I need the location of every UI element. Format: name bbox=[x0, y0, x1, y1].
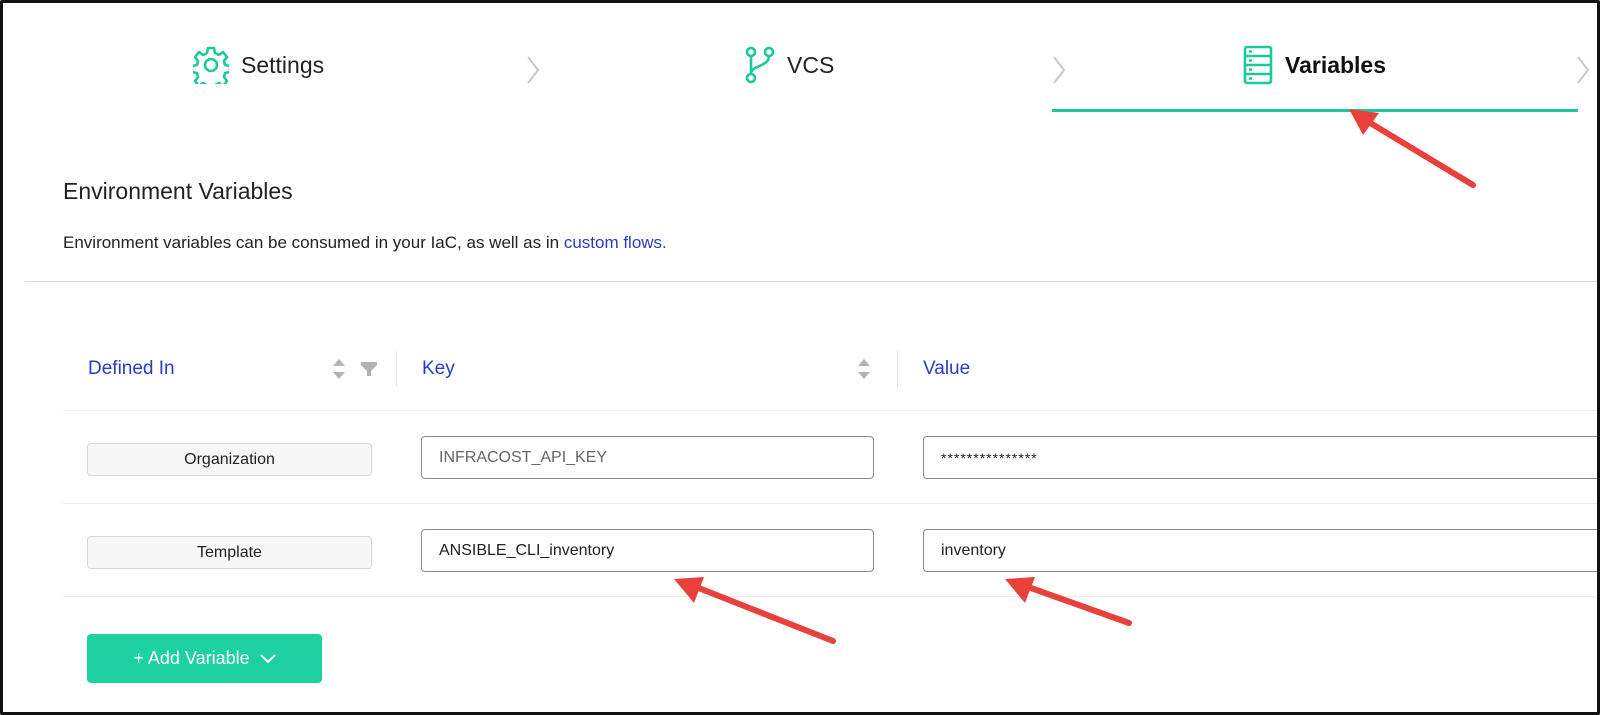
row-divider bbox=[63, 410, 1597, 411]
row-divider bbox=[63, 596, 1597, 597]
wizard-stepper: Settings VCS Variables bbox=[3, 3, 1597, 115]
annotation-arrow bbox=[1349, 109, 1476, 188]
page-title: Environment Variables bbox=[63, 178, 293, 204]
variable-value-input[interactable]: inventory bbox=[923, 529, 1597, 572]
step-variables-label: Variables bbox=[1285, 51, 1387, 78]
step-vcs[interactable]: VCS bbox=[745, 43, 834, 87]
chevron-down-icon bbox=[259, 653, 276, 663]
step-variables[interactable]: Variables bbox=[1243, 43, 1386, 87]
variable-value-input[interactable]: *************** bbox=[923, 436, 1597, 479]
row-divider bbox=[63, 503, 1597, 504]
column-divider bbox=[897, 351, 898, 387]
description-text: Environment variables can be consumed in… bbox=[63, 233, 564, 252]
column-header-value[interactable]: Value bbox=[923, 358, 970, 380]
chevron-right-icon bbox=[1053, 56, 1066, 84]
sort-icon[interactable] bbox=[332, 357, 346, 381]
sort-icon[interactable] bbox=[857, 357, 871, 381]
step-settings-label: Settings bbox=[241, 51, 325, 78]
section-divider bbox=[25, 281, 1597, 282]
server-icon bbox=[1243, 45, 1273, 85]
active-step-indicator bbox=[1052, 109, 1578, 112]
gear-icon bbox=[193, 46, 229, 84]
filter-icon[interactable] bbox=[360, 361, 378, 377]
step-settings[interactable]: Settings bbox=[193, 43, 324, 87]
column-header-defined-in[interactable]: Defined In bbox=[88, 358, 175, 380]
app-frame: Settings VCS Variables Environment Varia… bbox=[0, 0, 1600, 715]
column-header-key[interactable]: Key bbox=[422, 358, 455, 380]
column-divider bbox=[396, 351, 397, 387]
variable-key-input[interactable]: ANSIBLE_CLI_inventory bbox=[421, 529, 874, 572]
add-variable-button[interactable]: + Add Variable bbox=[87, 634, 322, 683]
section-description: Environment variables can be consumed in… bbox=[63, 233, 667, 253]
add-variable-label: + Add Variable bbox=[133, 648, 250, 668]
branch-icon bbox=[745, 46, 775, 84]
annotation-arrow bbox=[1005, 577, 1132, 626]
defined-in-badge: Organization bbox=[87, 443, 372, 476]
defined-in-badge: Template bbox=[87, 536, 372, 569]
step-vcs-label: VCS bbox=[787, 51, 835, 78]
annotation-arrow bbox=[674, 577, 836, 644]
custom-flows-link[interactable]: custom flows. bbox=[564, 233, 667, 252]
chevron-right-icon bbox=[527, 56, 540, 84]
chevron-right-icon bbox=[1577, 56, 1590, 84]
variable-key-input[interactable]: INFRACOST_API_KEY bbox=[421, 436, 874, 479]
